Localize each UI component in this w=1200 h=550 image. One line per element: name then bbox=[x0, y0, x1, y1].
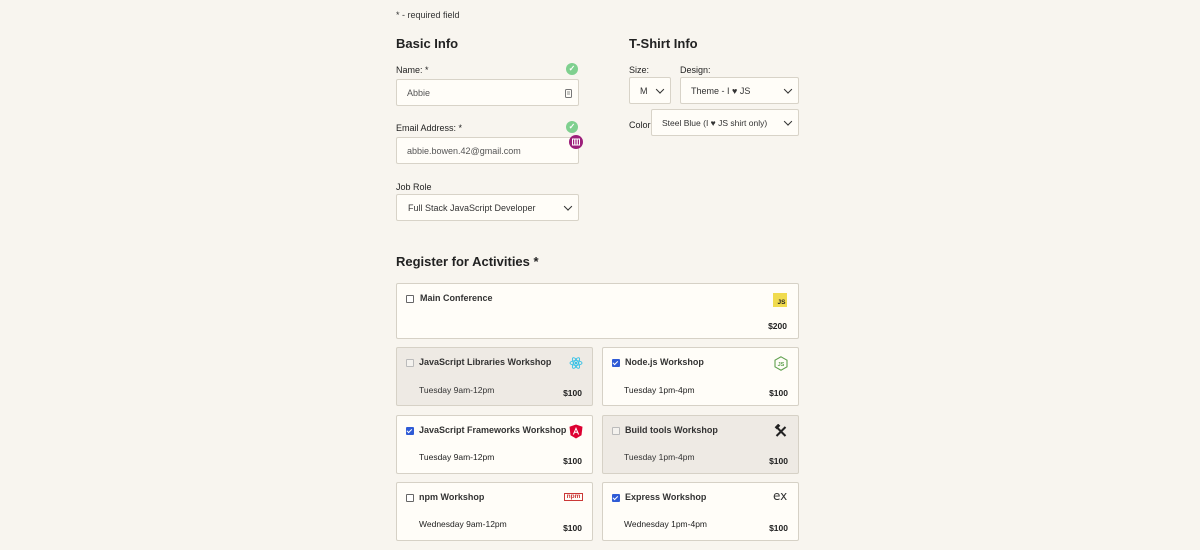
email-input[interactable]: abbie.bowen.42@gmail.com bbox=[396, 137, 579, 164]
build-tools-checkbox[interactable] bbox=[612, 427, 620, 435]
npm-checkbox[interactable] bbox=[406, 494, 414, 502]
npm-icon-text: npm bbox=[566, 492, 581, 500]
activity-time: Tuesday 9am-12pm bbox=[419, 385, 495, 395]
activity-card-build-tools[interactable]: Build tools Workshop Tuesday 1pm-4pm $10… bbox=[602, 415, 799, 474]
express-checkbox[interactable] bbox=[612, 494, 620, 502]
activity-price: $100 bbox=[563, 388, 582, 398]
size-value: M bbox=[640, 85, 648, 96]
express-icon: ex bbox=[773, 489, 788, 503]
activity-card-js-libraries[interactable]: JavaScript Libraries Workshop Tuesday 9a… bbox=[396, 347, 593, 406]
name-input-value: Abbie bbox=[407, 87, 431, 98]
activity-price: $100 bbox=[769, 388, 788, 398]
js-logo-text: JS bbox=[777, 299, 786, 306]
activity-card-js-frameworks[interactable]: JavaScript Frameworks Workshop Tuesday 9… bbox=[396, 415, 593, 474]
activity-time: Wednesday 1pm-4pm bbox=[624, 519, 707, 529]
activity-time: Wednesday 9am-12pm bbox=[419, 519, 507, 529]
name-input[interactable]: Abbie bbox=[396, 79, 579, 106]
activity-title: JavaScript Frameworks Workshop bbox=[419, 425, 567, 435]
color-label: Color: bbox=[629, 120, 654, 130]
activity-card-npm[interactable]: npm Workshop npm Wednesday 9am-12pm $100 bbox=[396, 482, 593, 541]
chevron-down-icon bbox=[563, 201, 573, 211]
name-label: Name: * bbox=[396, 65, 429, 75]
nodejs-icon: JS bbox=[774, 356, 788, 371]
color-value: Steel Blue (I ♥ JS shirt only) bbox=[662, 117, 768, 128]
chevron-down-icon bbox=[783, 84, 793, 94]
nodejs-checkbox[interactable] bbox=[612, 359, 620, 367]
activity-time: Tuesday 1pm-4pm bbox=[624, 452, 695, 462]
tshirt-info-heading: T-Shirt Info bbox=[629, 36, 698, 51]
size-select[interactable]: M bbox=[629, 77, 671, 104]
angular-icon bbox=[569, 424, 583, 439]
react-icon bbox=[569, 357, 583, 369]
activity-price: $100 bbox=[563, 456, 582, 466]
activity-title: Express Workshop bbox=[625, 492, 707, 502]
activity-price: $100 bbox=[769, 523, 788, 533]
activity-title: Node.js Workshop bbox=[625, 357, 704, 367]
email-valid-check-icon: ✓ bbox=[566, 121, 578, 133]
svg-text:JS: JS bbox=[778, 362, 785, 368]
activity-time: Tuesday 1pm-4pm bbox=[624, 385, 695, 395]
activity-price: $100 bbox=[769, 456, 788, 466]
chevron-down-icon bbox=[783, 116, 793, 126]
email-label: Email Address: * bbox=[396, 123, 463, 133]
job-role-select[interactable]: Full Stack JavaScript Developer bbox=[396, 194, 579, 221]
basic-info-heading: Basic Info bbox=[396, 36, 459, 51]
color-select[interactable]: Steel Blue (I ♥ JS shirt only) bbox=[651, 109, 799, 136]
js-frameworks-checkbox[interactable] bbox=[406, 427, 414, 435]
activity-title: JavaScript Libraries Workshop bbox=[419, 357, 552, 367]
activity-title: npm Workshop bbox=[419, 492, 485, 502]
password-manager-icon[interactable] bbox=[569, 135, 583, 149]
tools-icon bbox=[774, 424, 787, 437]
job-role-label: Job Role bbox=[396, 182, 432, 192]
activity-card-express[interactable]: Express Workshop ex Wednesday 1pm-4pm $1… bbox=[602, 482, 799, 541]
activity-card-main-conference[interactable]: Main Conference JS $200 bbox=[396, 283, 799, 339]
size-label: Size: bbox=[629, 65, 650, 75]
activity-title: Build tools Workshop bbox=[625, 425, 718, 435]
name-valid-check-icon: ✓ bbox=[566, 63, 578, 75]
required-field-note: * - required field bbox=[396, 10, 460, 20]
activity-title: Main Conference bbox=[420, 293, 493, 303]
js-logo-icon: JS bbox=[773, 293, 787, 307]
activity-price: $100 bbox=[563, 523, 582, 533]
job-role-value: Full Stack JavaScript Developer bbox=[408, 202, 536, 213]
activity-time: Tuesday 9am-12pm bbox=[419, 452, 495, 462]
js-libraries-checkbox[interactable] bbox=[406, 359, 414, 367]
design-select[interactable]: Theme - I ♥ JS bbox=[680, 77, 799, 104]
autofill-contact-icon[interactable] bbox=[565, 89, 572, 98]
activity-price: $200 bbox=[768, 321, 787, 331]
design-label: Design: bbox=[680, 65, 711, 75]
email-input-value: abbie.bowen.42@gmail.com bbox=[407, 145, 521, 156]
activities-heading: Register for Activities * bbox=[396, 254, 539, 269]
chevron-down-icon bbox=[655, 84, 665, 94]
main-conference-checkbox[interactable] bbox=[406, 295, 414, 303]
design-value: Theme - I ♥ JS bbox=[691, 85, 751, 96]
npm-icon: npm bbox=[564, 493, 583, 501]
activity-card-nodejs[interactable]: Node.js Workshop JS Tuesday 1pm-4pm $100 bbox=[602, 347, 799, 406]
